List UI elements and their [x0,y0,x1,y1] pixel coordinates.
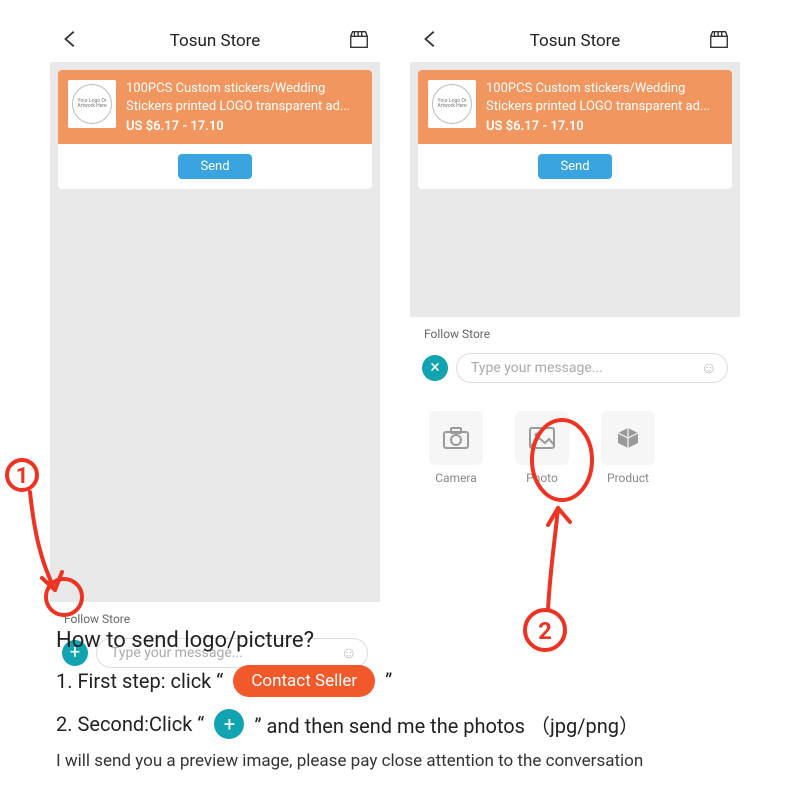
phone-screenshot-left: Tosun Store Your Logo Or Artwork Here 10… [50,20,380,678]
chat-body: Your Logo Or Artwork Here 100PCS Custom … [410,62,740,317]
product-card: Your Logo Or Artwork Here 100PCS Custom … [418,70,732,189]
thumb-placeholder: Your Logo Or Artwork Here [432,84,472,124]
chat-header: Tosun Store [410,20,740,62]
back-arrow-icon[interactable] [60,28,82,54]
close-attach-button[interactable]: × [422,355,448,381]
message-input[interactable]: Type your message... ☺ [456,353,728,383]
follow-store-label[interactable]: Follow Store [410,317,740,347]
store-title: Tosun Store [530,31,621,51]
product-card: Your Logo Or Artwork Here 100PCS Custom … [58,70,372,189]
attach-product-label: Product [596,471,660,485]
product-thumb: Your Logo Or Artwork Here [428,80,476,128]
product-price: US $6.17 - 17.10 [126,119,362,134]
instruction-step-1: 1. First step: click “ Contact Seller ” [56,665,756,697]
product-icon [601,411,655,465]
attach-camera-label: Camera [424,471,488,485]
chat-body: Your Logo Or Artwork Here 100PCS Custom … [50,62,380,602]
product-title-line1: 100PCS Custom stickers/Wedding [486,80,722,98]
product-title-line1: 100PCS Custom stickers/Wedding [126,80,362,98]
instructions-block: How to send logo/picture? 1. First step:… [56,628,756,771]
step2-suffix: ” and then send me the photos （jpg/png） [254,710,639,739]
send-button[interactable]: Send [538,154,611,179]
attach-camera[interactable]: Camera [424,411,488,485]
instructions-heading: How to send logo/picture? [56,628,756,653]
message-input-row: × Type your message... ☺ [410,347,740,393]
attach-photo[interactable]: Photo [510,411,574,485]
attachment-options: Camera Photo Product [410,393,740,515]
phone-screenshot-right: Tosun Store Your Logo Or Artwork Here 10… [410,20,740,678]
store-title: Tosun Store [170,31,261,51]
photo-icon [515,411,569,465]
product-title-line2: Stickers printed LOGO transparent ad... [486,98,722,116]
attach-photo-label: Photo [510,471,574,485]
contact-seller-pill: Contact Seller [233,665,375,697]
shop-icon[interactable] [708,28,730,54]
thumb-placeholder: Your Logo Or Artwork Here [72,84,112,124]
step1-prefix: 1. First step: click “ [56,669,223,693]
product-title-line2: Stickers printed LOGO transparent ad... [126,98,362,116]
back-arrow-icon[interactable] [420,28,442,54]
emoji-icon[interactable]: ☺ [701,358,717,378]
instructions-note: I will send you a preview image, please … [56,751,756,771]
chat-header: Tosun Store [50,20,380,62]
message-placeholder: Type your message... [471,360,603,376]
shop-icon[interactable] [348,28,370,54]
chat-empty-area [58,189,372,549]
send-button[interactable]: Send [178,154,251,179]
plus-pill-icon: + [214,709,244,739]
product-price: US $6.17 - 17.10 [486,119,722,134]
step2-prefix: 2. Second:Click “ [56,712,204,736]
attach-product[interactable]: Product [596,411,660,485]
step1-suffix: ” [385,669,392,693]
camera-icon [429,411,483,465]
product-thumb: Your Logo Or Artwork Here [68,80,116,128]
chat-empty-area [418,189,732,309]
instruction-step-2: 2. Second:Click “ + ” and then send me t… [56,709,756,739]
